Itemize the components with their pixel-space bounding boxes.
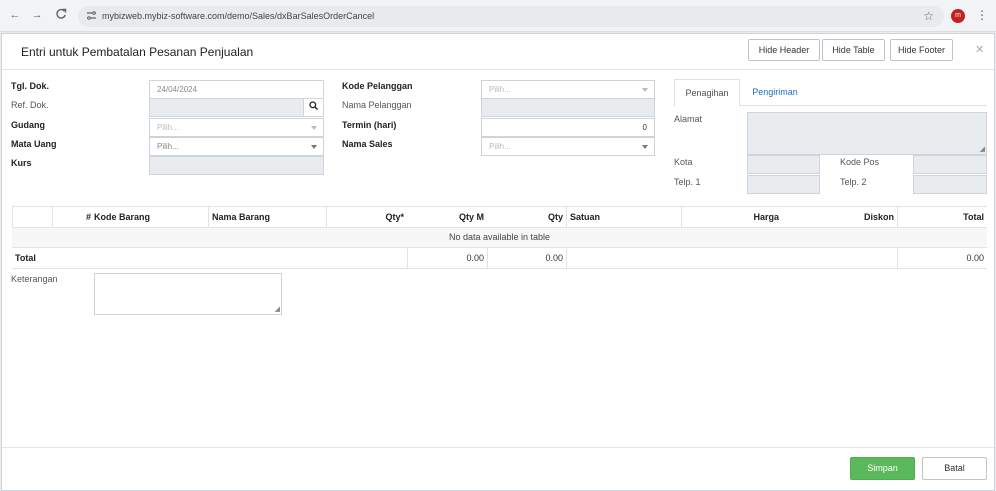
kurs-input[interactable] <box>149 156 324 175</box>
tab-pengiriman[interactable]: Pengiriman <box>744 79 806 107</box>
empty-message: No data available in table <box>448 232 551 242</box>
alamat-textarea[interactable]: ◢ <box>747 112 987 155</box>
more-menu-icon[interactable]: ⋮ <box>976 8 988 22</box>
col-no[interactable]: # <box>52 207 94 227</box>
mata-uang-select[interactable]: Pilih... <box>149 137 324 156</box>
col-qty-m[interactable]: Qty M <box>407 207 487 227</box>
resize-handle-icon[interactable]: ◢ <box>275 306 280 313</box>
resize-handle-icon[interactable]: ◢ <box>980 146 985 153</box>
kode-pelanggan-select[interactable]: Pilih... <box>481 80 655 99</box>
col-nama-barang[interactable]: Nama Barang <box>208 207 326 227</box>
kode-pelanggan-label: Kode Pelanggan <box>342 81 413 91</box>
gudang-label: Gudang <box>11 120 45 130</box>
save-button[interactable]: Simpan <box>850 457 915 480</box>
telp2-input[interactable] <box>913 175 987 194</box>
forward-arrow-icon[interactable]: → <box>30 8 44 22</box>
chevron-down-icon <box>642 145 648 149</box>
hide-footer-button[interactable]: Hide Footer <box>890 39 953 61</box>
nama-pelanggan-input[interactable] <box>481 98 655 117</box>
ref-dok-label: Ref. Dok. <box>11 100 49 110</box>
mata-uang-placeholder: Pilih... <box>157 142 179 151</box>
col-qty[interactable]: Qty <box>487 207 566 227</box>
chevron-down-icon <box>642 88 648 92</box>
address-bar[interactable]: mybizweb.mybiz-software.com/demo/Sales/d… <box>78 6 944 27</box>
table-header-row: # Kode Barang Nama Barang Qty* Qty M Qty… <box>12 206 987 228</box>
back-arrow-icon[interactable]: ← <box>8 8 22 22</box>
col-harga[interactable]: Harga <box>681 207 782 227</box>
gudang-select[interactable]: Pilih... <box>149 118 324 137</box>
kode-pos-input[interactable] <box>913 155 987 174</box>
total-qty: 0.00 <box>487 248 566 268</box>
nama-pelanggan-label: Nama Pelanggan <box>342 100 412 110</box>
kode-pelanggan-placeholder: Pilih... <box>489 85 511 94</box>
hide-table-button[interactable]: Hide Table <box>822 39 885 61</box>
modal-title: Entri untuk Pembatalan Pesanan Penjualan <box>21 45 254 59</box>
chevron-down-icon <box>311 145 317 149</box>
nama-sales-label: Nama Sales <box>342 139 393 149</box>
col-qty-star[interactable]: Qty* <box>326 207 407 227</box>
total-row: Total 0.00 0.00 0.00 <box>12 248 987 269</box>
gudang-placeholder: Pilih... <box>157 123 179 132</box>
col-kode-barang[interactable]: Kode Barang <box>91 207 208 227</box>
url-text: mybizweb.mybiz-software.com/demo/Sales/d… <box>102 11 375 21</box>
footer-divider <box>2 447 994 448</box>
tab-penagihan[interactable]: Penagihan <box>674 79 740 107</box>
telp1-label: Telp. 1 <box>674 177 701 187</box>
keterangan-label: Keterangan <box>11 274 58 284</box>
address-tabs: Penagihan Pengiriman <box>674 79 987 107</box>
chevron-down-icon <box>311 126 317 130</box>
search-icon[interactable] <box>303 99 323 116</box>
cancel-order-modal: Entri untuk Pembatalan Pesanan Penjualan… <box>1 33 995 491</box>
col-total[interactable]: Total <box>897 207 987 227</box>
bookmark-star-icon[interactable]: ☆ <box>923 9 934 23</box>
mata-uang-label: Mata Uang <box>11 139 57 149</box>
col-diskon[interactable]: Diskon <box>782 207 897 227</box>
total-qty-m: 0.00 <box>407 248 487 268</box>
telp2-label: Telp. 2 <box>840 177 867 187</box>
nama-sales-select[interactable]: Pilih... <box>481 137 655 156</box>
tgl-dok-label: Tgl. Dok. <box>11 81 49 91</box>
termin-label: Termin (hari) <box>342 120 397 130</box>
tgl-dok-input[interactable]: 24/04/2024 <box>149 80 324 99</box>
total-amount: 0.00 <box>897 248 987 268</box>
site-info-icon[interactable] <box>85 10 97 22</box>
kurs-label: Kurs <box>11 158 32 168</box>
browser-toolbar: ← → mybizweb.mybiz-software.com/demo/Sal… <box>0 0 996 32</box>
nama-sales-placeholder: Pilih... <box>489 142 511 151</box>
kode-pos-label: Kode Pos <box>840 157 880 167</box>
cancel-button[interactable]: Batal <box>922 457 987 480</box>
kota-input[interactable] <box>747 155 820 174</box>
kota-label: Kota <box>674 157 693 167</box>
empty-row: No data available in table <box>12 228 987 248</box>
total-label: Total <box>15 253 36 263</box>
reload-icon[interactable] <box>54 8 68 22</box>
alamat-label: Alamat <box>674 114 703 124</box>
termin-input[interactable]: 0 <box>481 118 655 137</box>
hide-header-button[interactable]: Hide Header <box>748 39 820 61</box>
header-divider <box>2 69 994 70</box>
col-satuan[interactable]: Satuan <box>566 207 681 227</box>
keterangan-textarea[interactable]: ◢ <box>94 273 282 315</box>
close-icon[interactable]: ✕ <box>975 43 984 56</box>
telp1-input[interactable] <box>747 175 820 194</box>
ref-dok-input[interactable] <box>149 98 324 117</box>
profile-avatar[interactable]: m <box>951 9 965 23</box>
